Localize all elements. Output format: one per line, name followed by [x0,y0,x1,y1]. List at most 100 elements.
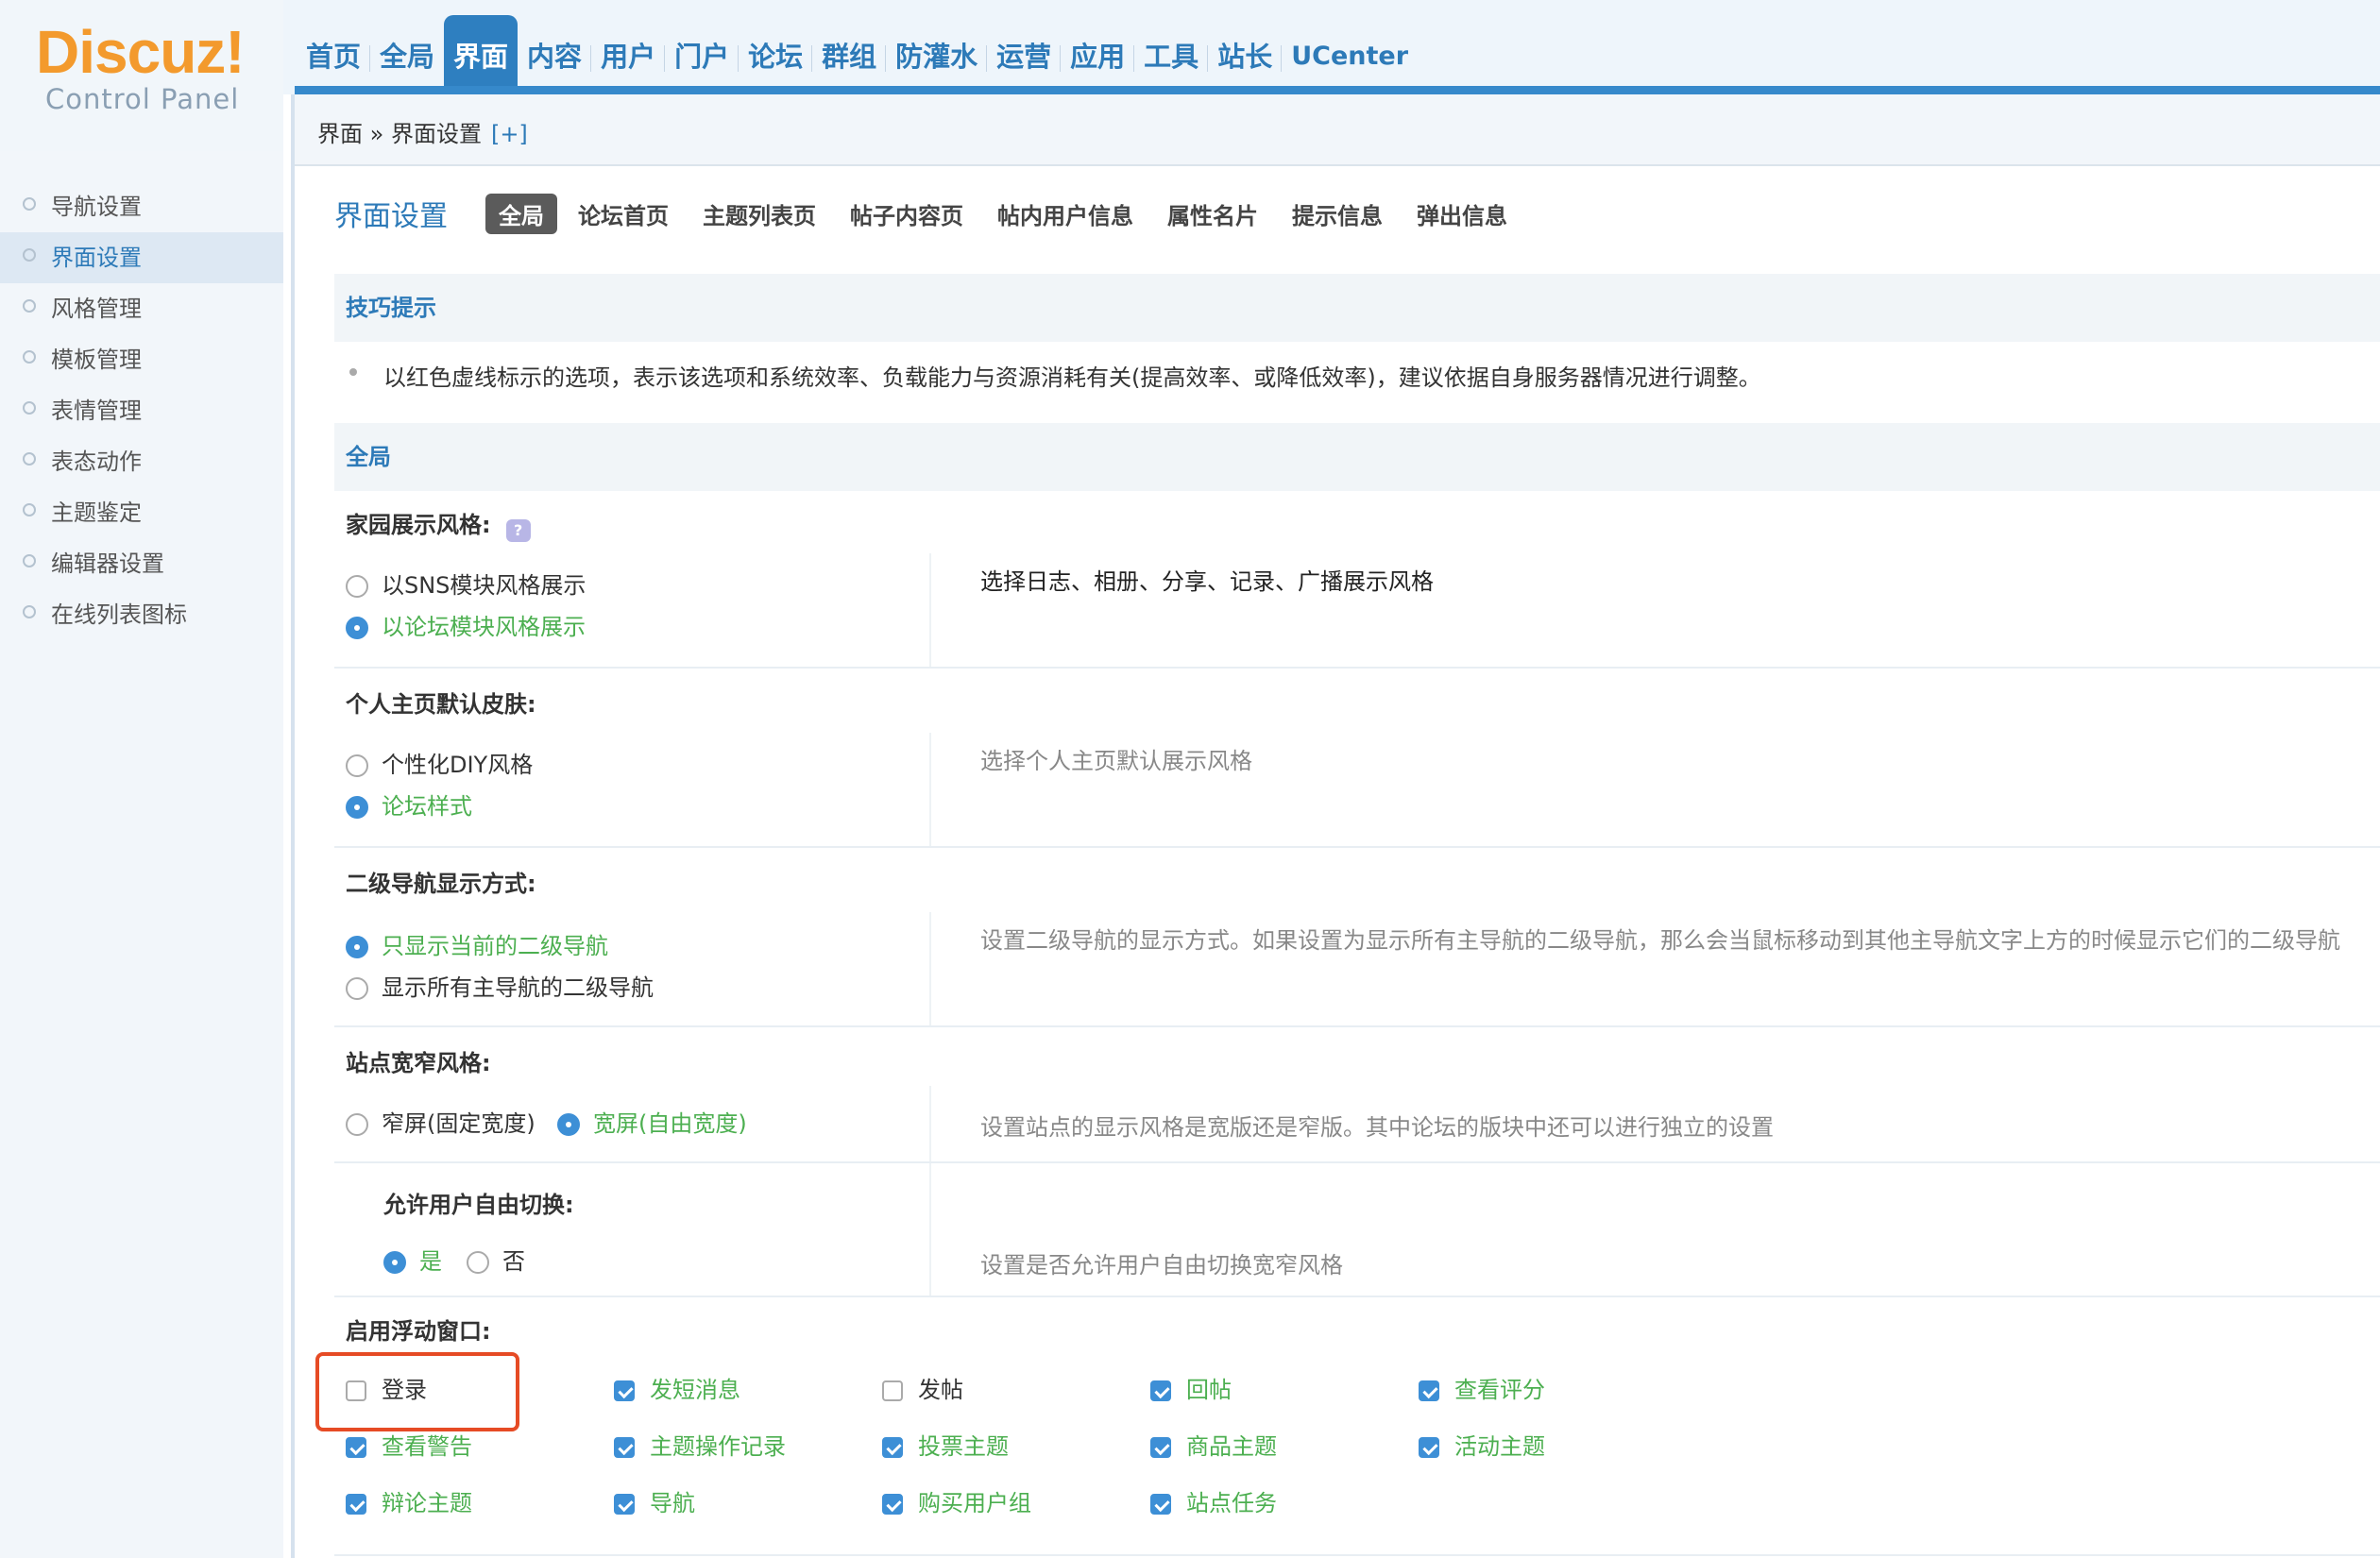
float-checkbox-3[interactable]: 回帖 [1150,1371,1232,1404]
float-checkbox-7[interactable]: 投票主题 [882,1428,1009,1461]
main-content: 界面设置 全局 论坛首页 主题列表页 帖子内容页 帖内用户信息 属性名片 提示信息 弹出信息 … [295,166,2380,1558]
float-checkbox-1[interactable]: 发短消息 [614,1371,740,1404]
nav-item-6[interactable]: 论坛 [738,26,812,87]
subtab-2[interactable]: 主题列表页 [689,194,829,234]
sidebar-item-0[interactable]: 导航设置 [0,181,283,232]
home-style-desc: 选择日志、相册、分享、记录、广播展示风格 [980,568,1434,595]
float-checkbox-label: 主题操作记录 [650,1433,786,1460]
bullet-icon [23,350,36,364]
nav-item-3[interactable]: 内容 [518,26,591,87]
highlight-box [315,1352,519,1431]
float-checkbox-10[interactable]: 辩论主题 [346,1484,472,1517]
float-checkbox-label: 查看警告 [382,1433,472,1460]
sidebar-item-label: 风格管理 [51,296,142,322]
skin-diy-radio[interactable]: 个性化DIY风格 [346,746,533,779]
sidebar-item-label: 主题鉴定 [51,500,142,526]
subtab-4[interactable]: 帖内用户信息 [984,194,1147,234]
float-checkbox-6[interactable]: 主题操作记录 [614,1428,786,1461]
checkbox-checked-icon[interactable] [614,1380,635,1401]
logo[interactable]: Discuz! Control Panel [0,0,283,151]
nav-item-10[interactable]: 应用 [1060,26,1134,87]
checkbox-empty-icon[interactable] [882,1380,903,1401]
checkbox-checked-icon[interactable] [1419,1437,1439,1458]
subnav-current-radio[interactable]: 只显示当前的二级导航 [346,927,608,960]
nav-item-4[interactable]: 用户 [590,26,665,87]
float-checkbox-4[interactable]: 查看评分 [1419,1371,1545,1404]
float-checkbox-label: 站点任务 [1186,1490,1277,1516]
sidebar-item-label: 表态动作 [51,449,142,475]
bullet-icon [23,248,36,262]
float-checkbox-label: 回帖 [1186,1377,1232,1403]
bullet-icon [349,368,357,376]
sidebar-item-2[interactable]: 风格管理 [0,283,283,334]
home-style-sns-radio[interactable]: 以SNS模块风格展示 [346,567,586,600]
subtab-1[interactable]: 论坛首页 [565,194,682,234]
checkbox-checked-icon[interactable] [614,1437,635,1458]
home-style-forum-radio[interactable]: 以论坛模块风格展示 [346,608,586,641]
tip-text: 以红色虚线标示的选项，表示该选项和系统效率、负载能力与资源消耗有关(提高效率、或… [383,364,1761,391]
setting-width: 站点宽窄风格: 窄屏(固定宽度) 宽屏(自由宽度) 设置站点的显示风格是宽版还是… [334,1029,2380,1163]
nav-item-0[interactable]: 首页 [297,26,370,87]
subnav-all-radio[interactable]: 显示所有主导航的二级导航 [346,969,654,1002]
checkbox-checked-icon[interactable] [1150,1380,1171,1401]
switch-no-radio[interactable]: 否 [467,1243,525,1276]
nav-item-12[interactable]: 站长 [1207,26,1282,87]
checkbox-checked-icon[interactable] [882,1437,903,1458]
width-wide-radio[interactable]: 宽屏(自由宽度) [557,1105,747,1138]
float-label: 启用浮动窗口: [346,1318,491,1345]
nav-item-11[interactable]: 工具 [1133,26,1208,87]
sidebar-item-4[interactable]: 表情管理 [0,385,283,436]
checkbox-checked-icon[interactable] [1150,1437,1171,1458]
sidebar-item-6[interactable]: 主题鉴定 [0,487,283,538]
global-heading: 全局 [334,423,2380,491]
checkbox-checked-icon[interactable] [614,1494,635,1515]
sidebar-item-1[interactable]: 界面设置 [0,232,283,283]
help-icon[interactable]: ? [505,519,531,542]
float-checkbox-11[interactable]: 导航 [614,1484,695,1517]
float-checkbox-9[interactable]: 活动主题 [1419,1428,1545,1461]
sidebar-item-3[interactable]: 模板管理 [0,334,283,385]
subtab-0[interactable]: 全局 [485,193,557,234]
bullet-icon [23,605,36,618]
nav-item-13[interactable]: UCenter [1281,26,1418,87]
nav-item-5[interactable]: 门户 [664,26,739,87]
float-checkbox-12[interactable]: 购买用户组 [882,1484,1031,1517]
subtab-5[interactable]: 属性名片 [1154,194,1271,234]
sidebar-item-7[interactable]: 编辑器设置 [0,538,283,589]
bullet-icon [23,299,36,313]
setting-skin: 个人主页默认皮肤: 个性化DIY风格 论坛样式 选择个人主页默认展示风格 [334,670,2380,850]
subtab-7[interactable]: 弹出信息 [1403,194,1521,234]
nav-item-1[interactable]: 全局 [369,26,444,87]
nav-item-2[interactable]: 界面 [444,15,518,89]
nav-item-8[interactable]: 防灌水 [885,26,987,87]
sidebar-item-5[interactable]: 表态动作 [0,436,283,487]
bullet-icon [23,503,36,517]
sidebar-item-label: 在线列表图标 [51,601,187,628]
setting-switch: 允许用户自由切换: 是 否 设置是否允许用户自由切换宽窄风格 [334,1163,2380,1297]
float-checkbox-label: 发短消息 [650,1377,740,1403]
sidebar-item-8[interactable]: 在线列表图标 [0,589,283,640]
nav-item-9[interactable]: 运营 [986,26,1061,87]
checkbox-checked-icon[interactable] [346,1437,366,1458]
switch-yes-radio[interactable]: 是 [383,1243,442,1276]
checkbox-checked-icon[interactable] [346,1494,366,1515]
float-checkbox-8[interactable]: 商品主题 [1150,1428,1277,1461]
float-checkbox-label: 查看评分 [1454,1377,1545,1403]
subtab-6[interactable]: 提示信息 [1279,194,1396,234]
nav-item-7[interactable]: 群组 [811,26,886,87]
checkbox-checked-icon[interactable] [1150,1494,1171,1515]
home-style-label: 家园展示风格: [346,512,491,538]
skin-forum-radio[interactable]: 论坛样式 [346,787,472,821]
switch-desc: 设置是否允许用户自由切换宽窄风格 [980,1252,1343,1279]
breadcrumb-expand[interactable]: [+] [491,121,528,147]
skin-desc: 选择个人主页默认展示风格 [980,748,1252,774]
float-checkbox-5[interactable]: 查看警告 [346,1428,472,1461]
checkbox-checked-icon[interactable] [1419,1380,1439,1401]
float-checkbox-2[interactable]: 发帖 [882,1371,963,1404]
checkbox-checked-icon[interactable] [882,1494,903,1515]
float-checkbox-label: 发帖 [918,1377,963,1403]
float-checkbox-13[interactable]: 站点任务 [1150,1484,1277,1517]
width-narrow-radio[interactable]: 窄屏(固定宽度) [346,1105,536,1138]
subtab-3[interactable]: 帖子内容页 [837,194,977,234]
switch-label: 允许用户自由切换: [383,1192,574,1218]
